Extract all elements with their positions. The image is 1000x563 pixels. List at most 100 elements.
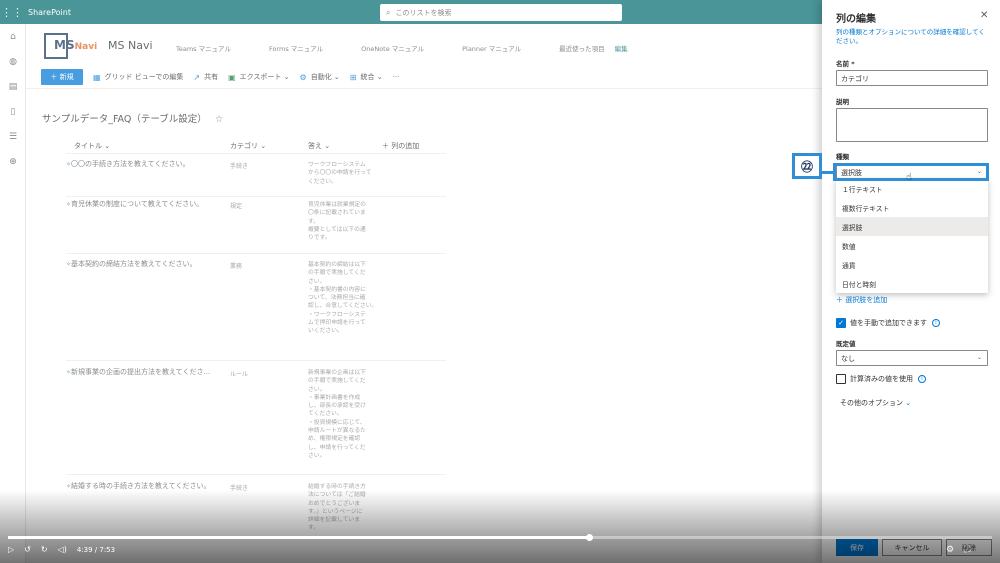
chevron-down-icon: ⌄	[260, 142, 267, 150]
command-bar: ＋ 新規 ▦ グリッド ビューでの編集 ↗ 共有 ▣ エクスポート ⌄ ⚙ 自動化 ⌄ …	[26, 66, 822, 88]
column-header-title[interactable]: タイトル ⌄	[74, 141, 110, 151]
integrate-command[interactable]: ⊞ 統合 ⌄	[350, 72, 383, 82]
table-row[interactable]: ✧〇〇の手続き方法を教えてください。 手続き ワークフローシステム から〇〇の申…	[66, 159, 446, 197]
share-command[interactable]: ↗ 共有	[193, 72, 218, 82]
table-row[interactable]: ✧育児休業の制度について教えてください。 規定 育児休業は就業規定の 〇条に記載…	[66, 199, 446, 254]
video-progress-bar[interactable]	[8, 534, 992, 541]
integrate-icon: ⊞	[349, 72, 357, 82]
site-nav: Teams マニュアル Forms マニュアル OneNote マニュアル Pl…	[176, 43, 666, 53]
row-title[interactable]: ✧育児休業の制度について教えてください。	[66, 199, 203, 209]
search-placeholder: このリストを検索	[395, 8, 452, 17]
app-launcher-icon[interactable]: ⋮⋮	[0, 0, 24, 24]
chevron-down-icon: ⌄	[281, 73, 290, 81]
save-button[interactable]: 保存	[836, 539, 878, 556]
cancel-button[interactable]: キャンセル	[882, 539, 942, 556]
site-logo[interactable]: MSNavi	[44, 33, 97, 59]
volume-icon[interactable]: ◁)	[58, 545, 67, 554]
export-command[interactable]: ▣ エクスポート ⌄	[228, 72, 289, 82]
close-icon[interactable]: ✕	[980, 10, 988, 21]
player-controls-right: ⚙ ⛶	[936, 545, 970, 555]
add-choice-link[interactable]: ＋ 選択肢を追加	[836, 295, 887, 305]
header-divider	[66, 153, 446, 154]
video-progress-knob[interactable]	[585, 534, 593, 541]
fullscreen-icon[interactable]: ⛶	[964, 545, 970, 555]
nav-item-forms[interactable]: Forms マニュアル	[269, 43, 323, 53]
favorite-star-icon[interactable]: ☆	[215, 114, 224, 125]
grid-edit-command[interactable]: ▦ グリッド ビューでの編集	[93, 72, 183, 82]
lists-icon[interactable]: ☰	[0, 124, 26, 149]
file-icon[interactable]: ▯	[0, 99, 26, 124]
table-row[interactable]: ✧新規事業の企画の提出方法を教えてくださ... ルール 新規事業の企画は以下 の…	[66, 367, 446, 475]
row-title[interactable]: ✧〇〇の手続き方法を教えてください。	[66, 159, 189, 169]
play-icon[interactable]: ▷	[8, 545, 14, 554]
more-options-toggle[interactable]: その他のオプション ⌄	[840, 398, 911, 408]
calculated-value-option[interactable]: 計算済みの値を使用 i	[836, 374, 926, 384]
share-icon: ↗	[193, 72, 201, 82]
nav-item-recent[interactable]: 最近使った項目	[559, 43, 605, 53]
nav-item-planner[interactable]: Planner マニュアル	[462, 43, 521, 53]
name-field[interactable]: カテゴリ	[836, 70, 988, 86]
automate-command[interactable]: ⚙ 自動化 ⌄	[300, 72, 340, 82]
manual-values-label: 値を手動で追加できます	[850, 319, 927, 327]
create-icon[interactable]: ⊕	[0, 149, 26, 174]
news-icon[interactable]: ▤	[0, 74, 26, 99]
nav-edit-link[interactable]: 編集	[615, 43, 628, 53]
chevron-down-icon: ⌄	[331, 73, 340, 81]
table-row[interactable]: ✧基本契約の締結方法を教えてください。 業務 基本契約の締結は以下 の手順で実施…	[66, 259, 446, 361]
table-row[interactable]: ✧結婚する時の手続き方法を教えてください。 手続き 結婚する時の手続き方 法につ…	[66, 481, 446, 539]
calculated-value-checkbox[interactable]	[836, 374, 846, 384]
logo-text: MSNavi	[54, 38, 98, 52]
new-button[interactable]: ＋ 新規	[41, 69, 83, 85]
type-label: 種類	[836, 153, 849, 161]
chevron-down-icon: ⌄	[324, 142, 331, 150]
manual-values-checkbox[interactable]: ✓	[836, 318, 846, 328]
nav-item-onenote[interactable]: OneNote マニュアル	[361, 43, 424, 53]
video-progress-fill	[8, 536, 589, 539]
row-category: 手続き	[230, 163, 249, 170]
video-time: 4:39 / 7:53	[76, 545, 116, 554]
panel-title: 列の編集	[836, 14, 876, 25]
list-title: サンプルデータ_FAQ（テーブル設定） ☆	[42, 114, 224, 125]
name-label: 名前 *	[836, 60, 855, 68]
globe-icon[interactable]: ◍	[0, 49, 26, 74]
default-value-dropdown[interactable]: なし ⌄	[836, 350, 988, 366]
row-title[interactable]: ✧基本契約の締結方法を教えてください。	[66, 259, 196, 269]
tutorial-step-callout: ㉒	[792, 153, 822, 179]
description-label: 説明	[836, 98, 849, 106]
add-column-button[interactable]: ＋ 列の追加	[382, 141, 419, 151]
menu-item-multi-line[interactable]: 複数行テキスト	[836, 198, 988, 217]
nav-item-teams[interactable]: Teams マニュアル	[176, 43, 231, 53]
row-category: ルール	[230, 371, 249, 378]
calculated-value-label: 計算済みの値を使用	[850, 375, 913, 383]
info-icon[interactable]: i	[932, 319, 940, 327]
column-header-category[interactable]: カテゴリ ⌄	[230, 141, 266, 151]
forward-icon[interactable]: ↻	[41, 545, 48, 554]
row-title[interactable]: ✧結婚する時の手続き方法を教えてください。	[66, 481, 210, 491]
default-value-text: なし	[841, 355, 855, 363]
list-view: サンプルデータ_FAQ（テーブル設定） ☆ タイトル ⌄ カテゴリ ⌄ 答え ⌄ …	[26, 88, 822, 538]
automate-icon: ⚙	[299, 72, 307, 82]
settings-icon[interactable]: ⚙	[946, 545, 954, 555]
row-title[interactable]: ✧新規事業の企画の提出方法を教えてくださ...	[66, 367, 210, 377]
more-command[interactable]: ···	[393, 73, 400, 81]
menu-item-datetime[interactable]: 日付と時刻	[836, 274, 988, 293]
player-controls: ▷ ↺ ↻ ◁) 4:39 / 7:53	[8, 545, 125, 554]
site-name[interactable]: MS Navi	[108, 39, 153, 52]
excel-icon: ▣	[228, 72, 236, 82]
search-icon: ⌕	[386, 7, 391, 17]
description-field[interactable]	[836, 108, 988, 142]
menu-item-currency[interactable]: 通貨	[836, 255, 988, 274]
info-icon[interactable]: i	[918, 375, 926, 383]
chevron-down-icon: ⌄	[905, 399, 912, 407]
rewind-icon[interactable]: ↺	[24, 545, 31, 554]
app-name[interactable]: SharePoint	[28, 8, 71, 17]
menu-item-choice[interactable]: 選択肢	[836, 217, 988, 236]
column-header-answer[interactable]: 答え ⌄	[308, 141, 330, 151]
menu-item-number[interactable]: 数値	[836, 236, 988, 255]
row-answer: 新規事業の企画は以下 の手順で実施してくだ さい。 ・事業計画書を作成 し、部長…	[308, 370, 366, 459]
search-box[interactable]: ⌕ このリストを検索	[380, 4, 622, 21]
panel-description-link[interactable]: 列の種類とオプションについての詳細を確認してください。	[836, 28, 986, 46]
home-icon[interactable]: ⌂	[0, 24, 26, 49]
site-header: MSNavi MS Navi Teams マニュアル Forms マニュアル O…	[26, 24, 822, 66]
manual-values-option[interactable]: ✓ 値を手動で追加できます i	[836, 318, 940, 328]
